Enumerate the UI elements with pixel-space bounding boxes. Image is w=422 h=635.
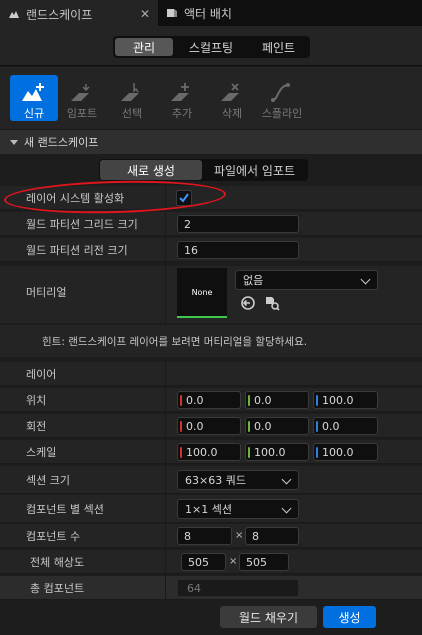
tool-spline-label: 스플라인 [261,107,303,120]
checkmark-icon [179,193,189,203]
row-enable-layer-system: 레이어 시스템 활성화 [0,186,422,210]
world-partition-grid-label: 월드 파티션 그리드 크기 [26,218,138,231]
row-layers: 레이어 [0,362,422,386]
fill-world-button[interactable]: 월드 채우기 [220,606,317,628]
tool-select-label: 선택 [121,107,143,120]
section-size-label: 섹션 크기 [26,474,70,487]
collapse-arrow-icon [10,139,18,145]
times-sign: × [235,530,244,541]
location-label: 위치 [26,394,47,407]
overall-resolution-x-input[interactable]: 505 [181,553,226,571]
material-value: 없음 [243,274,264,287]
enable-layer-system-label: 레이어 시스템 활성화 [26,192,125,205]
tool-delete[interactable]: 삭제 [208,75,256,121]
tool-new[interactable]: 신규 [10,75,58,121]
location-x-input[interactable]: 0.0 [177,391,241,409]
enable-layer-system-checkbox[interactable] [176,190,192,206]
total-components-label: 총 컴포넌트 [30,582,85,595]
material-label: 머티리얼 [26,286,67,299]
tool-new-label: 신규 [23,107,45,120]
tool-add[interactable]: 추가 [158,75,206,121]
overall-resolution-label: 전체 해상도 [30,556,85,569]
mode-paint[interactable]: 페인트 [249,38,308,56]
tool-delete-label: 삭제 [221,107,243,120]
browse-asset-icon[interactable] [264,295,280,311]
section-header-new-landscape[interactable]: 새 랜드스케이프 [0,130,422,154]
mode-manage[interactable]: 관리 [115,38,173,56]
tab-place-actors[interactable]: 액터 배치 [158,0,240,26]
tool-spline[interactable]: 스플라인 [258,75,306,121]
new-landscape-icon [22,83,44,101]
rotation-z-input[interactable]: 0.0 [313,417,378,435]
chevron-down-icon [281,503,292,514]
rotation-label: 회전 [26,420,47,433]
tab-place-actors-label: 액터 배치 [184,6,232,21]
component-count-label: 컴포넌트 수 [26,530,81,543]
tool-add-label: 추가 [171,107,193,120]
scale-z-input[interactable]: 100.0 [313,443,378,461]
world-partition-grid-input[interactable]: 2 [177,215,299,233]
import-from-file-button[interactable]: 파일에서 임포트 [202,160,307,180]
mode-bar: 관리 스컬프팅 페인트 [0,26,422,66]
rotation-y-input[interactable]: 0.0 [245,417,309,435]
chevron-down-icon [281,474,292,485]
landscape-icon [9,11,19,18]
component-count-y-input[interactable]: 8 [245,527,299,545]
rotation-x-input[interactable]: 0.0 [177,417,241,435]
mode-sculpt[interactable]: 스컬프팅 [173,38,249,56]
create-button[interactable]: 생성 [323,606,376,628]
tool-import-label: 임포트 [66,107,98,120]
tab-bar: 랜드스케이프 ✕ 액터 배치 [0,0,422,26]
layers-label: 레이어 [26,368,57,381]
footer: 월드 채우기 생성 [0,603,422,635]
tab-landscape[interactable]: 랜드스케이프 ✕ [0,0,158,26]
location-y-input[interactable]: 0.0 [245,391,309,409]
total-components-value: 64 [177,579,299,597]
create-mode-selector: 새로 생성 파일에서 임포트 [99,159,308,181]
chevron-down-icon [360,274,371,285]
create-new-button[interactable]: 새로 생성 [100,160,202,180]
section-title: 새 랜드스케이프 [24,136,99,149]
add-icon [171,83,189,101]
tool-select[interactable]: 선택 [108,75,156,121]
scale-x-input[interactable]: 100.0 [177,443,241,461]
location-z-input[interactable]: 100.0 [313,391,378,409]
overall-resolution-y-input[interactable]: 505 [239,553,289,571]
scale-label: 스케일 [26,446,57,459]
times-sign: × [229,556,238,567]
tab-landscape-label: 랜드스케이프 [26,7,93,22]
mode-selector: 관리 스컬프팅 페인트 [113,36,310,58]
world-partition-region-input[interactable]: 16 [177,241,299,259]
close-icon[interactable]: ✕ [140,7,150,21]
section-size-dropdown[interactable]: 63×63 쿼드 [177,470,299,490]
material-thumbnail[interactable]: None [177,268,227,318]
sections-per-component-dropdown[interactable]: 1×1 섹션 [177,499,299,519]
place-actors-icon [167,9,177,17]
section-size-value: 63×63 쿼드 [185,474,246,487]
use-selected-asset-icon[interactable] [240,295,256,311]
sections-per-component-label: 컴포넌트 별 섹션 [26,503,104,516]
spline-icon [271,83,290,102]
component-count-x-input[interactable]: 8 [177,527,232,545]
tool-import[interactable]: 임포트 [58,75,106,121]
sections-per-component-value: 1×1 섹션 [185,503,232,516]
hint-text: 힌트: 랜드스케이프 레이어를 보려면 머티리얼을 할당하세요. [0,325,422,357]
tool-bar: 신규 임포트 선택 추가 삭제 스플라인 [0,67,422,129]
import-icon [71,84,90,101]
delete-icon [221,83,239,101]
material-dropdown[interactable]: 없음 [235,270,378,290]
select-icon [121,83,139,101]
scale-y-input[interactable]: 100.0 [245,443,309,461]
world-partition-region-label: 월드 파티션 리전 크기 [26,244,128,257]
